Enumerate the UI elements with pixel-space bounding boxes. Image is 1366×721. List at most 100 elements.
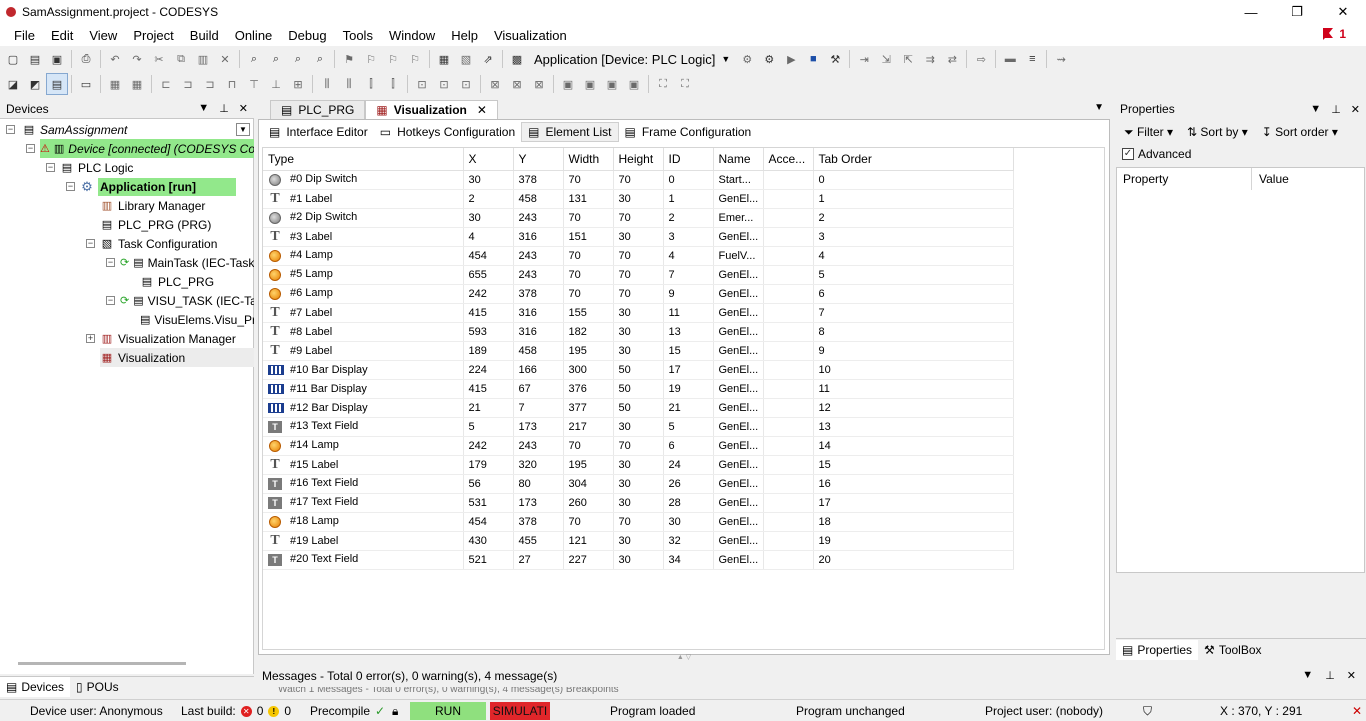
menu-online[interactable]: Online [227,28,281,43]
column-header-access[interactable]: Acce... [763,148,814,171]
cell-name[interactable]: GenEl... [713,341,764,361]
cell-height[interactable]: 30 [613,227,664,247]
cell-id[interactable]: 13 [663,322,714,342]
cell-name[interactable]: GenEl... [713,474,764,494]
cell-x[interactable]: 30 [463,208,514,228]
cell-x[interactable]: 179 [463,455,514,475]
cell-tab-order[interactable]: 14 [813,436,1014,456]
cell-x[interactable]: 531 [463,493,514,513]
cell-access[interactable] [763,436,814,456]
build-icon[interactable]: ▦ [433,48,455,70]
cell-x[interactable]: 2 [463,189,514,209]
cell-name[interactable]: GenEl... [713,512,764,532]
cell-x[interactable]: 242 [463,436,514,456]
cell-width[interactable]: 182 [563,322,614,342]
cell-x[interactable]: 655 [463,265,514,285]
visu-elementlist-icon[interactable]: ▤ [46,73,68,95]
table-row[interactable]: T #8 Label 593 316 182 30 13 GenEl... 8 [263,322,1014,342]
cell-x[interactable]: 56 [463,474,514,494]
undo-icon[interactable]: ↶ [104,48,126,70]
center-vertical-icon[interactable]: ⊡ [455,73,477,95]
pin-icon[interactable]: ⊥ [1331,103,1341,116]
cell-x[interactable]: 415 [463,379,514,399]
cut-icon[interactable]: ✂ [148,48,170,70]
align-middle-icon[interactable]: ⊓ [221,73,243,95]
sort-by-button[interactable]: ⇅ Sort by ▾ [1187,125,1248,139]
panel-dropdown-icon[interactable]: ▼ [1302,669,1313,682]
column-header-width[interactable]: Width [563,148,614,171]
cell-width[interactable]: 70 [563,170,614,190]
tree-item-visualization-manager[interactable]: ▥ Visualization Manager [100,329,250,348]
cell-width[interactable]: 217 [563,417,614,437]
table-row[interactable]: T #20 Text Field 521 27 227 30 34 GenEl... 20 [263,550,1014,570]
save-icon[interactable]: ▣ [46,48,68,70]
cell-id[interactable]: 32 [663,531,714,551]
cell-x[interactable]: 593 [463,322,514,342]
tree-item-visu-task[interactable]: ⟳ ▤ VISU_TASK (IEC-Tasks) [120,291,254,310]
cell-type[interactable]: #4 Lamp [263,246,464,266]
cell-name[interactable]: GenEl... [713,436,764,456]
cell-width[interactable]: 70 [563,284,614,304]
cell-tab-order[interactable]: 18 [813,512,1014,532]
cell-width[interactable]: 376 [563,379,614,399]
cell-type[interactable]: T #9 Label [263,341,464,361]
pin-icon[interactable]: ⊥ [1325,669,1335,682]
cell-width[interactable]: 195 [563,341,614,361]
tree-item-visualization[interactable]: ▦ Visualization [100,348,254,367]
close-status-icon[interactable]: ✕ [1352,700,1362,721]
column-header-value[interactable]: Value [1253,168,1289,190]
cell-access[interactable] [763,417,814,437]
table-row[interactable]: #14 Lamp 242 243 70 70 6 GenEl... 14 [263,436,1014,456]
table-row[interactable]: T #3 Label 4 316 151 30 3 GenEl... 3 [263,227,1014,247]
table-row[interactable]: #18 Lamp 454 378 70 70 30 GenEl... 18 [263,512,1014,532]
cell-tab-order[interactable]: 4 [813,246,1014,266]
cell-access[interactable] [763,303,814,323]
table-row[interactable]: T #9 Label 189 458 195 30 15 GenEl... 9 [263,341,1014,361]
tab-properties[interactable]: ▤ Properties [1116,639,1199,660]
advanced-checkbox[interactable]: ✓ [1122,148,1134,160]
cell-id[interactable]: 3 [663,227,714,247]
cell-width[interactable]: 70 [563,246,614,266]
cell-height[interactable]: 70 [613,512,664,532]
cell-id[interactable]: 5 [663,417,714,437]
cell-x[interactable]: 454 [463,512,514,532]
tab-toolbox[interactable]: ⚒ ToolBox [1198,640,1267,660]
cell-id[interactable]: 4 [663,246,714,266]
cell-width[interactable]: 155 [563,303,614,323]
collapse-toggle[interactable]: − [86,239,95,248]
open-file-icon[interactable]: ▤ [24,48,46,70]
cell-type[interactable]: #0 Dip Switch [263,170,464,190]
close-button[interactable]: ✕ [1320,0,1366,24]
visu-zoom-icon[interactable]: ◩ [24,73,46,95]
table-row[interactable]: T #17 Text Field 531 173 260 30 28 GenEl... 17 [263,493,1014,513]
same-height-icon[interactable]: ⫿ [382,73,404,95]
cell-height[interactable]: 30 [613,550,664,570]
align-right-icon[interactable]: ⊐ [199,73,221,95]
delete-icon[interactable]: ✕ [214,48,236,70]
column-header-name[interactable]: Name [713,148,764,171]
cell-height[interactable]: 30 [613,189,664,209]
cell-id[interactable]: 11 [663,303,714,323]
splitter-handle[interactable]: ▲ ▽ [258,654,1110,661]
cell-access[interactable] [763,379,814,399]
cell-type[interactable]: #6 Lamp [263,284,464,304]
align-center-icon[interactable]: ⊐ [177,73,199,95]
set-next-statement-icon[interactable]: ⇄ [941,48,963,70]
center-horizontal-icon[interactable]: ⊡ [433,73,455,95]
table-row[interactable]: T #19 Label 430 455 121 30 32 GenEl... 19 [263,531,1014,551]
step-over-icon[interactable]: ⇥ [853,48,875,70]
cell-type[interactable]: #10 Bar Display [263,360,464,380]
tab-visualization[interactable]: ▦ Visualization ✕ [365,100,498,119]
cell-x[interactable]: 189 [463,341,514,361]
cell-access[interactable] [763,493,814,513]
cell-x[interactable]: 5 [463,417,514,437]
cell-height[interactable]: 70 [613,284,664,304]
cell-tab-order[interactable]: 16 [813,474,1014,494]
tree-item-library-manager[interactable]: ▥ Library Manager [100,196,250,215]
cell-tab-order[interactable]: 0 [813,170,1014,190]
cell-access[interactable] [763,474,814,494]
table-row[interactable]: #0 Dip Switch 30 378 70 70 0 Start... 0 [263,170,1014,190]
cell-type[interactable]: T #7 Label [263,303,464,323]
maximize-button[interactable]: ❐ [1274,0,1320,24]
cell-width[interactable]: 304 [563,474,614,494]
